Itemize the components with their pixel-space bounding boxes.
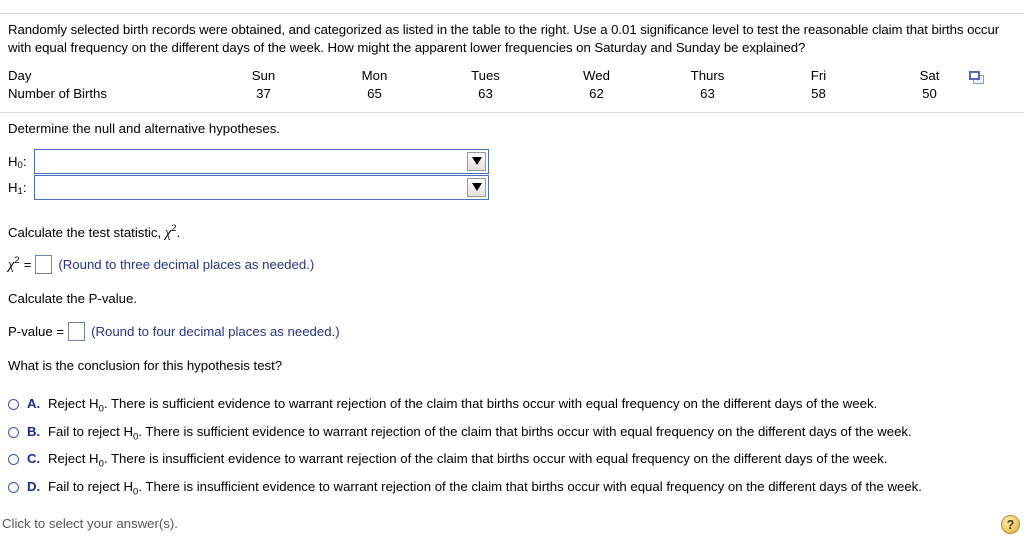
hypotheses-block: H0: H1:: [8, 148, 489, 200]
choice-option-b[interactable]: B. Fail to reject H0. There is sufficien…: [8, 424, 1016, 452]
table-cell-births-wed: 62: [589, 86, 604, 101]
test-statistic-hint: (Round to three decimal places as needed…: [58, 257, 315, 272]
homework-question-page: Randomly selected birth records were obt…: [0, 0, 1024, 537]
choice-letter-c: C.: [27, 451, 41, 466]
choice-text-a: Reject H0. There is sufficient evidence …: [48, 396, 878, 415]
h1-label: H1:: [8, 179, 27, 197]
p-value-answer-row: P-value = (Round to four decimal places …: [8, 322, 340, 341]
top-divider: [0, 13, 1024, 14]
choice-text-d: Fail to reject H0. There is insufficient…: [48, 478, 922, 498]
choice-letter-b: B.: [27, 423, 41, 439]
p-value-label: P-value =: [8, 324, 65, 339]
table-header-mon: Mon: [361, 68, 388, 83]
radio-button-c[interactable]: [8, 454, 19, 465]
table-cell-births-fri: 58: [811, 86, 826, 101]
table-cell-births-tues: 63: [478, 86, 493, 101]
table-header-thurs: Thurs: [690, 68, 725, 83]
table-row-label-day: Day: [8, 68, 32, 83]
choice-letter-a: A.: [27, 396, 41, 411]
choice-text-b: Fail to reject H0. There is sufficient e…: [48, 423, 912, 443]
table-row-births: Number of Births 37 65 63 62 63 58 50: [8, 86, 985, 104]
help-icon[interactable]: ?: [1001, 515, 1020, 534]
choice-option-d[interactable]: D. Fail to reject H0. There is insuffici…: [8, 479, 1016, 507]
chevron-down-icon[interactable]: [467, 151, 486, 171]
p-value-instruction: Calculate the P-value.: [8, 291, 138, 306]
table-row-days: Day Sun Mon Tues Wed Thurs Fri Sat: [8, 68, 985, 86]
table-cell-births-sat: 50: [922, 86, 937, 101]
chi-squared-label: χ2: [8, 255, 20, 273]
test-statistic-input[interactable]: [35, 255, 53, 274]
open-in-new-window-icon[interactable]: [969, 71, 985, 85]
choice-letter-d: D.: [27, 478, 41, 494]
h1-dropdown[interactable]: [34, 174, 489, 200]
table-cell-births-thurs: 63: [700, 86, 715, 101]
popout-front-rect: [969, 71, 980, 80]
table-cell-births-mon: 65: [367, 86, 382, 101]
table-header-wed: Wed: [583, 68, 610, 83]
p-value-input[interactable]: [68, 322, 86, 341]
p-value-hint: (Round to four decimal places as needed.…: [91, 324, 340, 339]
table-cell-births-sun: 37: [256, 86, 271, 101]
choice-option-c[interactable]: C. Reject H0. There is insufficient evid…: [8, 451, 1016, 479]
h0-row: H0:: [8, 148, 489, 174]
table-header-fri: Fri: [810, 68, 827, 83]
birth-data-table: Day Sun Mon Tues Wed Thurs Fri Sat Numbe…: [0, 68, 1024, 110]
chi-symbol: χ2: [164, 223, 177, 241]
status-bar-text: Click to select your answer(s).: [2, 516, 178, 531]
radio-button-d[interactable]: [8, 481, 19, 493]
radio-button-a[interactable]: [8, 399, 19, 410]
conclusion-options: A. Reject H0. There is sufficient eviden…: [8, 396, 1016, 506]
equals-sign: =: [23, 257, 32, 272]
choice-text-c: Reject H0. There is insufficient evidenc…: [48, 451, 888, 470]
radio-button-b[interactable]: [8, 426, 19, 438]
table-header-tues: Tues: [471, 68, 500, 83]
test-statistic-answer-row: χ2 = (Round to three decimal places as n…: [8, 255, 314, 274]
conclusion-question: What is the conclusion for this hypothes…: [8, 358, 283, 373]
test-statistic-instruction: Calculate the test statistic, χ2.: [8, 223, 181, 241]
table-divider: [0, 112, 1024, 113]
h0-label: H0:: [8, 153, 27, 171]
table-header-sun: Sun: [251, 68, 276, 83]
choice-option-a[interactable]: A. Reject H0. There is sufficient eviden…: [8, 396, 1016, 424]
h0-dropdown[interactable]: [34, 148, 489, 174]
table-row-label-births: Number of Births: [8, 86, 107, 101]
h1-row: H1:: [8, 174, 489, 200]
hypotheses-instruction: Determine the null and alternative hypot…: [8, 121, 280, 136]
chevron-down-icon[interactable]: [467, 177, 486, 197]
question-prompt: Randomly selected birth records were obt…: [8, 22, 1000, 55]
